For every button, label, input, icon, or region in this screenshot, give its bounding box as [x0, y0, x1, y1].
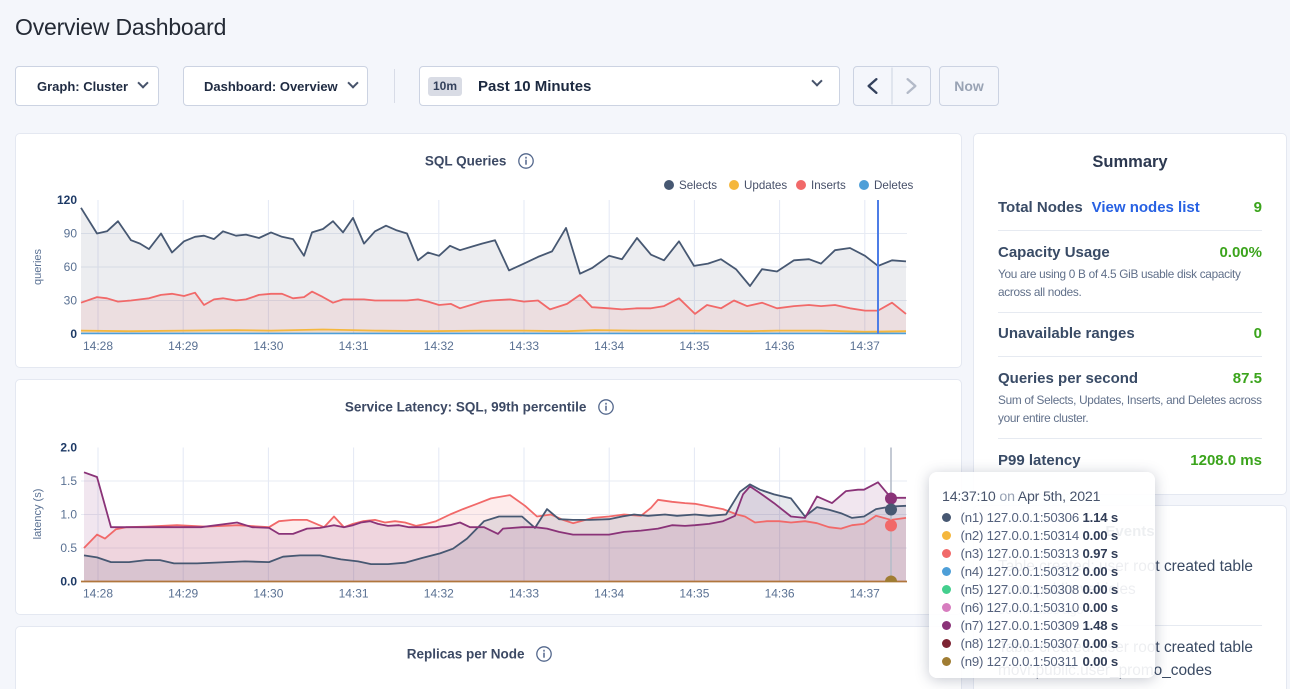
svg-text:14:35: 14:35 [679, 339, 709, 353]
svg-text:14:28: 14:28 [83, 339, 113, 353]
svg-text:14:31: 14:31 [339, 339, 369, 353]
svg-text:queries: queries [32, 248, 44, 285]
svg-text:14:31: 14:31 [339, 587, 369, 601]
svg-text:2.0: 2.0 [60, 441, 77, 455]
svg-text:0.0: 0.0 [60, 575, 77, 589]
svg-text:14:36: 14:36 [765, 587, 795, 601]
svg-text:90: 90 [64, 227, 78, 241]
svg-text:14:34: 14:34 [594, 587, 624, 601]
svg-text:14:33: 14:33 [509, 587, 539, 601]
svg-text:0: 0 [70, 327, 77, 341]
svg-text:14:37: 14:37 [850, 339, 880, 353]
svg-text:1.0: 1.0 [60, 508, 77, 522]
svg-text:14:29: 14:29 [168, 587, 198, 601]
svg-text:14:34: 14:34 [594, 339, 624, 353]
svg-text:14:29: 14:29 [168, 339, 198, 353]
svg-text:14:30: 14:30 [253, 339, 283, 353]
svg-text:14:28: 14:28 [83, 587, 113, 601]
svg-text:14:33: 14:33 [509, 339, 539, 353]
svg-text:14:37: 14:37 [850, 587, 880, 601]
svg-text:14:36: 14:36 [765, 339, 795, 353]
svg-text:120: 120 [57, 193, 77, 207]
svg-text:14:35: 14:35 [679, 587, 709, 601]
svg-text:1.5: 1.5 [60, 474, 77, 488]
svg-text:14:32: 14:32 [424, 587, 454, 601]
svg-text:0.5: 0.5 [60, 541, 77, 555]
svg-text:30: 30 [64, 294, 78, 308]
svg-text:14:32: 14:32 [424, 339, 454, 353]
svg-text:14:30: 14:30 [253, 587, 283, 601]
svg-text:60: 60 [64, 260, 78, 274]
svg-text:latency (s): latency (s) [32, 489, 44, 540]
